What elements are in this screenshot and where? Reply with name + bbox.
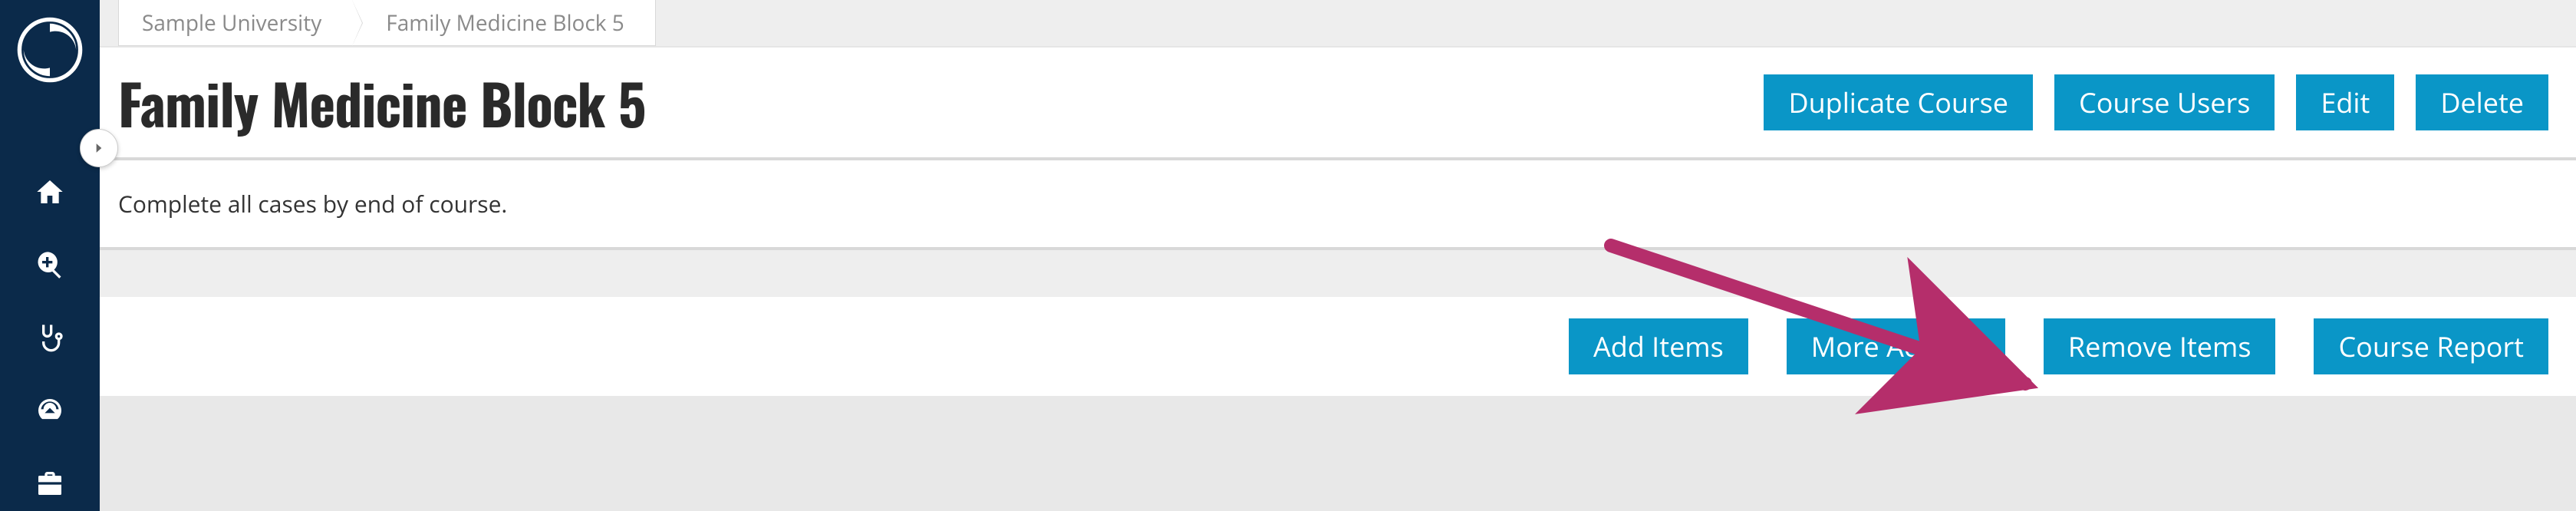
nav-search-plus[interactable] — [35, 249, 65, 280]
add-items-button[interactable]: Add Items — [1569, 318, 1748, 374]
sidebar — [0, 0, 100, 511]
sidebar-expand-toggle[interactable] — [80, 129, 118, 167]
more-actions-button[interactable]: More Actions — [1787, 318, 2005, 374]
course-description: Complete all cases by end of course. — [100, 160, 2576, 250]
app-logo — [15, 15, 84, 84]
items-action-bar: Add Items More Actions Remove Items Cour… — [100, 296, 2576, 396]
course-report-button[interactable]: Course Report — [2314, 318, 2548, 374]
header-buttons: Duplicate Course Course Users Edit Delet… — [1764, 74, 2548, 130]
breadcrumb-item-current[interactable]: Family Medicine Block 5 — [352, 0, 655, 45]
remove-items-button[interactable]: Remove Items — [2044, 318, 2276, 374]
course-users-button[interactable]: Course Users — [2054, 74, 2275, 130]
nav-home[interactable] — [35, 176, 65, 207]
nav-dashboard[interactable] — [35, 395, 65, 426]
nav-stethoscope[interactable] — [35, 322, 65, 353]
breadcrumb-label: Family Medicine Block 5 — [386, 8, 624, 38]
page-header: Family Medicine Block 5 Duplicate Course… — [100, 47, 2576, 160]
breadcrumb: Sample University Family Medicine Block … — [118, 0, 656, 46]
edit-button[interactable]: Edit — [2296, 74, 2394, 130]
page-title: Family Medicine Block 5 — [118, 61, 645, 143]
duplicate-course-button[interactable]: Duplicate Course — [1764, 74, 2033, 130]
delete-button[interactable]: Delete — [2416, 74, 2548, 130]
main-content: Sample University Family Medicine Block … — [100, 0, 2576, 511]
section-spacer — [100, 250, 2576, 296]
breadcrumb-label: Sample University — [142, 8, 321, 38]
breadcrumb-bar: Sample University Family Medicine Block … — [100, 0, 2576, 47]
breadcrumb-item-root[interactable]: Sample University — [119, 0, 352, 45]
nav-briefcase[interactable] — [35, 468, 65, 499]
